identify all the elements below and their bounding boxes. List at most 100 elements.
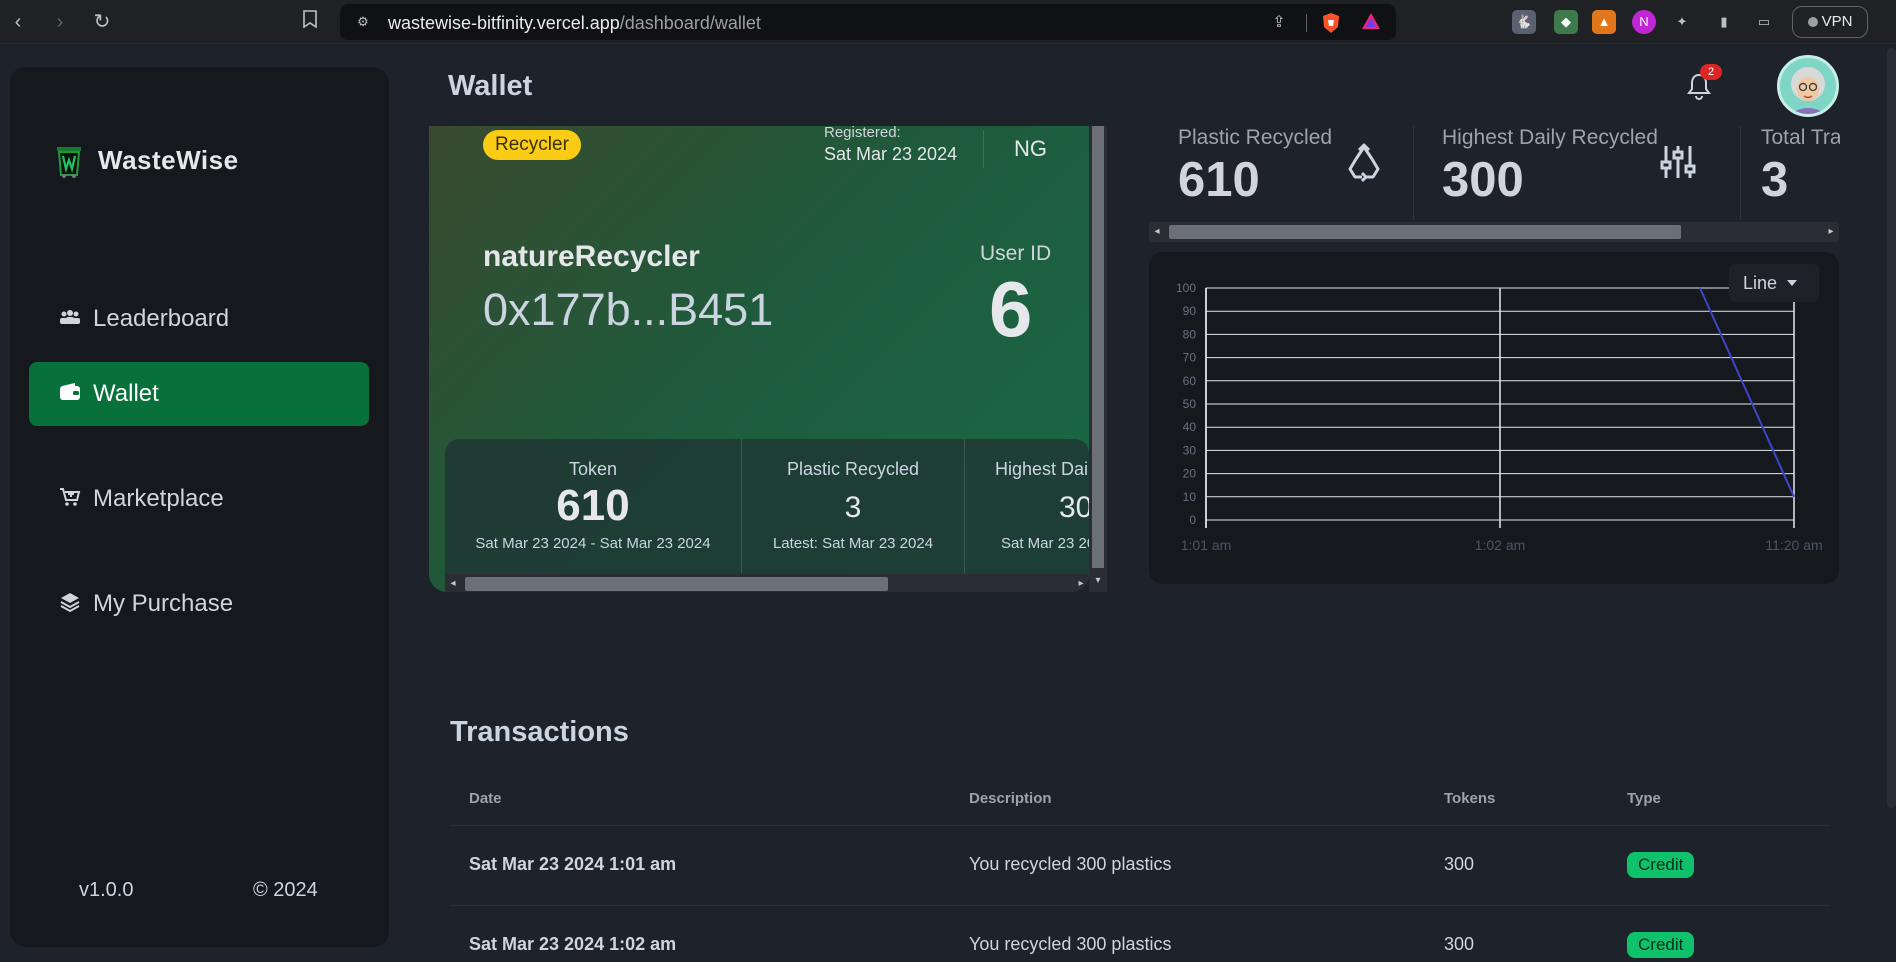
summary-total-transactions: Total Tra 3 bbox=[1741, 126, 1840, 224]
back-icon[interactable]: ‹ bbox=[4, 8, 32, 36]
row-description: You recycled 300 plastics bbox=[969, 854, 1172, 874]
metamask-icon[interactable]: ▲ bbox=[1592, 10, 1616, 34]
wallet-card: Recycler Registered: Sat Mar 23 2024 NG … bbox=[429, 126, 1089, 592]
sidebar-item-leaderboard[interactable]: Leaderboard bbox=[29, 287, 369, 351]
sidebar-icon[interactable]: ▮ bbox=[1712, 10, 1736, 34]
brave-rewards-icon[interactable] bbox=[1360, 12, 1382, 34]
y-tick-label: 70 bbox=[1183, 351, 1197, 365]
stat-sub: Sat Mar 23 20 bbox=[1001, 535, 1089, 552]
wallet-icon[interactable]: ▭ bbox=[1752, 10, 1776, 34]
extension-purple-icon[interactable]: N bbox=[1632, 10, 1656, 34]
address-bar[interactable]: ⚙ wastewise-bitfinity.vercel.app/dashboa… bbox=[340, 4, 1396, 40]
column-header-tokens: Tokens bbox=[1444, 790, 1496, 807]
table-row[interactable]: Sat Mar 23 2024 1:01 am You recycled 300… bbox=[450, 826, 1830, 906]
user-id-value: 6 bbox=[989, 265, 1033, 353]
scroll-left-icon[interactable]: ◂ bbox=[1149, 222, 1165, 242]
y-tick-label: 20 bbox=[1183, 467, 1197, 481]
sidebar: WasteWise Leaderboard Wallet Marketplace… bbox=[10, 67, 389, 947]
wallet-stats-strip[interactable]: Token 610 Sat Mar 23 2024 - Sat Mar 23 2… bbox=[445, 439, 1089, 579]
status-badge: Credit bbox=[1627, 852, 1695, 878]
summary-plastic-recycled: Plastic Recycled 610 bbox=[1150, 126, 1413, 224]
x-tick-label: 11:20 am bbox=[1765, 537, 1822, 553]
series-line bbox=[1699, 287, 1795, 498]
chart-type-dropdown[interactable]: Line bbox=[1729, 264, 1819, 302]
summary-label: Plastic Recycled bbox=[1178, 126, 1333, 149]
sliders-icon bbox=[1658, 142, 1702, 186]
scrollbar-thumb[interactable] bbox=[465, 577, 888, 591]
card-vertical-scrollbar[interactable]: ▾ bbox=[1089, 126, 1107, 592]
brand-name: WasteWise bbox=[98, 144, 239, 175]
wallet-address[interactable]: 0x177b...B451 bbox=[483, 284, 773, 336]
country-code: NG bbox=[1014, 136, 1047, 161]
role-badge: Recycler bbox=[483, 130, 581, 160]
table-row[interactable]: Sat Mar 23 2024 1:02 am You recycled 300… bbox=[450, 906, 1830, 962]
stat-token: Token 610 Sat Mar 23 2024 - Sat Mar 23 2… bbox=[445, 439, 741, 579]
reload-icon[interactable]: ↻ bbox=[88, 8, 116, 36]
layers-icon bbox=[59, 592, 81, 617]
stat-highest-daily: Highest Daily 30 Sat Mar 23 20 bbox=[965, 439, 1089, 579]
summary-highest-daily: Highest Daily Recycled 300 bbox=[1414, 126, 1740, 224]
page-scrollbar[interactable] bbox=[1887, 48, 1896, 808]
page-title: Wallet bbox=[448, 70, 533, 102]
scroll-right-icon[interactable]: ▸ bbox=[1823, 222, 1839, 242]
avatar[interactable] bbox=[1777, 55, 1839, 117]
y-tick-label: 30 bbox=[1183, 443, 1197, 457]
dino-extension-icon[interactable]: ◆ bbox=[1554, 10, 1578, 34]
share-icon[interactable]: ⇪ bbox=[1268, 12, 1290, 34]
scroll-left-icon[interactable]: ◂ bbox=[445, 574, 461, 592]
stat-label: Plastic Recycled bbox=[786, 459, 920, 479]
recycling-chart: 0 10 20 30 40 50 60 70 80 90 100 1:01 am 1:02 am 11:2… bbox=[1149, 252, 1839, 584]
scroll-down-icon[interactable]: ▾ bbox=[1089, 572, 1107, 590]
puzzle-icon[interactable]: ✦ bbox=[1670, 10, 1694, 34]
summary-label: Highest Daily Recycled bbox=[1442, 126, 1658, 149]
registered-date: Sat Mar 23 2024 bbox=[824, 144, 958, 164]
sidebar-item-wallet[interactable]: Wallet bbox=[29, 362, 369, 426]
forward-icon[interactable]: › bbox=[46, 8, 74, 36]
y-tick-label: 10 bbox=[1183, 490, 1197, 504]
wallet-icon bbox=[59, 382, 81, 406]
column-header-description: Description bbox=[969, 790, 1052, 807]
row-tokens: 300 bbox=[1444, 934, 1475, 954]
y-tick-label: 100 bbox=[1176, 281, 1196, 295]
summary-value: 300 bbox=[1442, 153, 1524, 207]
column-header-type: Type bbox=[1627, 790, 1661, 807]
sidebar-item-my-purchase[interactable]: My Purchase bbox=[29, 572, 369, 636]
stats-horizontal-scrollbar[interactable]: ◂ ▸ bbox=[445, 574, 1089, 592]
wallet-card-panel: Recycler Registered: Sat Mar 23 2024 NG … bbox=[429, 126, 1124, 592]
stat-value: 3 bbox=[844, 491, 862, 524]
user-id-label: User ID bbox=[980, 242, 1052, 265]
rabbit-extension-icon[interactable]: 🐇 bbox=[1512, 10, 1536, 34]
status-badge: Credit bbox=[1627, 932, 1695, 958]
brand-logo[interactable]: WasteWise bbox=[54, 143, 239, 178]
bookmark-icon[interactable] bbox=[296, 8, 324, 36]
x-tick-label: 1:01 am bbox=[1181, 537, 1232, 553]
y-tick-label: 60 bbox=[1183, 374, 1197, 388]
transactions-title: Transactions bbox=[450, 716, 629, 748]
sidebar-item-label: My Purchase bbox=[93, 590, 234, 617]
chevron-down-icon bbox=[1787, 280, 1798, 286]
sidebar-item-label: Marketplace bbox=[93, 485, 224, 512]
y-tick-label: 80 bbox=[1183, 327, 1197, 341]
row-date: Sat Mar 23 2024 1:02 am bbox=[469, 934, 677, 954]
url-divider bbox=[1306, 14, 1307, 32]
x-tick-label: 1:02 am bbox=[1475, 537, 1526, 553]
brave-shield-icon[interactable] bbox=[1320, 12, 1342, 34]
summary-value: 610 bbox=[1178, 153, 1260, 207]
browser-toolbar: ‹ › ↻ ⚙ wastewise-bitfinity.vercel.app/d… bbox=[0, 0, 1896, 44]
vpn-button[interactable]: VPN bbox=[1792, 6, 1868, 38]
trash-bin-logo-icon bbox=[54, 143, 84, 178]
scroll-right-icon[interactable]: ▸ bbox=[1073, 574, 1089, 592]
url-text[interactable]: wastewise-bitfinity.vercel.app/dashboard… bbox=[388, 13, 761, 34]
stat-sub: Latest: Sat Mar 23 2024 bbox=[772, 535, 934, 552]
column-header-date: Date bbox=[469, 790, 502, 807]
summary-value: 3 bbox=[1761, 153, 1789, 207]
y-tick-label: 90 bbox=[1183, 304, 1197, 318]
sidebar-item-marketplace[interactable]: Marketplace bbox=[29, 467, 369, 531]
scrollbar-thumb[interactable] bbox=[1092, 126, 1104, 568]
vpn-status-icon bbox=[1807, 17, 1818, 27]
site-settings-icon[interactable]: ⚙ bbox=[354, 13, 372, 31]
sidebar-item-label: Leaderboard bbox=[93, 305, 230, 332]
notification-badge: 2 bbox=[1700, 64, 1722, 80]
scrollbar-thumb[interactable] bbox=[1169, 225, 1681, 239]
summary-horizontal-scrollbar[interactable]: ◂ ▸ bbox=[1149, 222, 1839, 242]
